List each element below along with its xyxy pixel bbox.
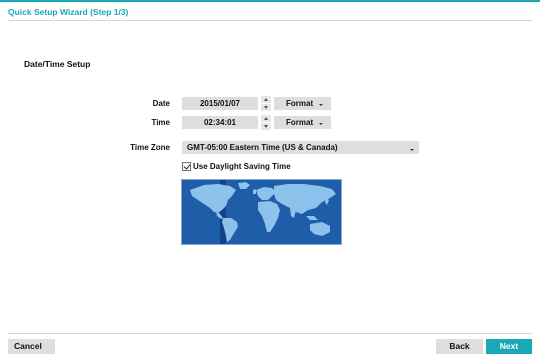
next-button[interactable]: Next <box>486 339 532 354</box>
title-bar: Quick Setup Wizard (Step 1/3) <box>8 5 532 21</box>
date-field[interactable]: 2015/01/07 <box>182 97 258 110</box>
chevron-down-icon <box>319 104 323 106</box>
setup-wizard-window: Quick Setup Wizard (Step 1/3) Date/Time … <box>0 0 540 355</box>
timezone-label: Time Zone <box>130 143 170 152</box>
back-button[interactable]: Back <box>436 339 483 354</box>
chevron-down-icon <box>319 123 323 125</box>
time-field[interactable]: 02:34:01 <box>182 116 258 129</box>
date-format-dropdown[interactable]: Format <box>274 97 331 110</box>
time-format-dropdown[interactable]: Format <box>274 116 331 129</box>
dst-checkbox-row[interactable]: Use Daylight Saving Time <box>182 160 291 172</box>
footer-divider <box>8 333 532 334</box>
dst-label: Use Daylight Saving Time <box>193 161 291 171</box>
world-map-graphic <box>182 180 341 244</box>
wizard-title: Quick Setup Wizard (Step 1/3) <box>8 7 129 17</box>
dst-checkbox[interactable] <box>182 161 191 171</box>
timezone-select[interactable]: GMT-05:00 Eastern Time (US & Canada) <box>182 141 419 154</box>
time-format-label: Format <box>286 118 314 127</box>
date-format-label: Format <box>286 99 314 108</box>
time-label: Time <box>151 118 170 127</box>
time-decrement-arrow-icon[interactable] <box>261 123 271 130</box>
date-increment-arrow-icon[interactable] <box>261 96 271 103</box>
date-label: Date <box>152 99 170 108</box>
time-increment-arrow-icon[interactable] <box>261 115 271 122</box>
timezone-selected-value: GMT-05:00 Eastern Time (US & Canada) <box>187 143 338 152</box>
cancel-button[interactable]: Cancel <box>8 339 55 354</box>
date-decrement-arrow-icon[interactable] <box>261 104 271 111</box>
chevron-down-icon <box>410 149 414 151</box>
date-spinner <box>261 96 271 111</box>
section-title: Date/Time Setup <box>24 59 91 69</box>
world-map-icon[interactable] <box>181 179 342 245</box>
time-spinner <box>261 115 271 130</box>
